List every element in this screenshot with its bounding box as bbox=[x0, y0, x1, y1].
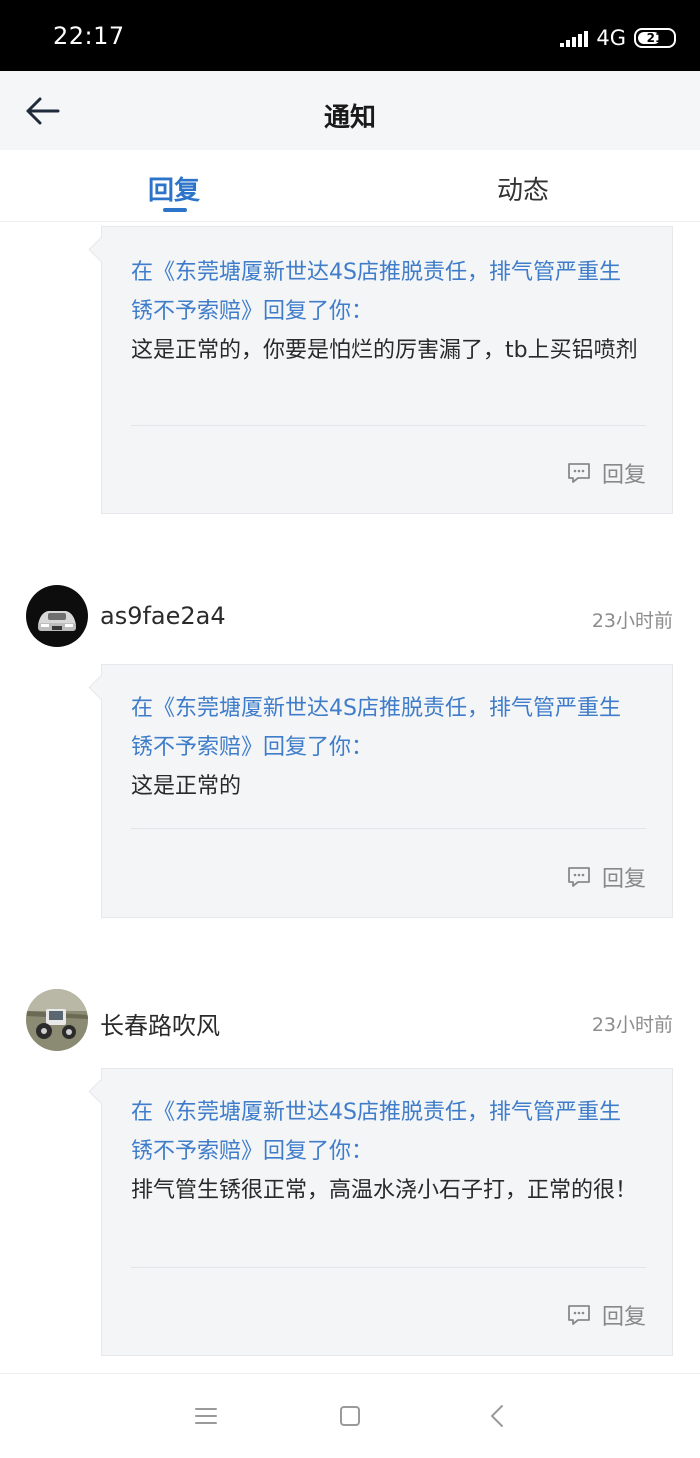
battery-level: 21 bbox=[646, 31, 664, 45]
notification-card: 在《东莞塘厦新世达4S店推脱责任，排气管严重生锈不予索赔》回复了你： 这是正常的… bbox=[101, 226, 673, 514]
tractor-avatar-icon bbox=[26, 989, 88, 1051]
reply-button-label: 回复 bbox=[601, 867, 646, 892]
reply-source-link[interactable]: 在《东莞塘厦新世达4S店推脱责任，排气管严重生锈不予索赔》回复了你： bbox=[131, 689, 632, 767]
reply-source-link[interactable]: 在《东莞塘厦新世达4S店推脱责任，排气管严重生锈不予索赔》回复了你： bbox=[131, 253, 632, 331]
card-divider bbox=[131, 425, 646, 426]
notification-card: 在《东莞塘厦新世达4S店推脱责任，排气管严重生锈不予索赔》回复了你： 这是正常的… bbox=[101, 664, 673, 918]
recent-apps-button[interactable] bbox=[192, 1402, 220, 1430]
username[interactable]: 长春路吹风 bbox=[100, 1006, 220, 1041]
reply-button-label: 回复 bbox=[601, 463, 646, 488]
signal-icon bbox=[560, 29, 589, 47]
card-divider bbox=[131, 828, 646, 829]
card-divider bbox=[131, 1267, 646, 1268]
reply-content: 排气管生锈很正常，高温水浇小石子打，正常的很！ bbox=[131, 1178, 638, 1203]
username[interactable]: as9fae2a4 bbox=[100, 602, 226, 630]
tab-reply[interactable]: 回复 bbox=[148, 170, 200, 207]
page-title: 通知 bbox=[323, 103, 376, 133]
avatar[interactable] bbox=[26, 585, 88, 647]
active-tab-indicator bbox=[163, 208, 187, 212]
network-type: 4G bbox=[596, 26, 626, 50]
reply-source-link[interactable]: 在《东莞塘厦新世达4S店推脱责任，排气管严重生锈不予索赔》回复了你： bbox=[131, 1093, 632, 1171]
timestamp: 23小时前 bbox=[591, 1014, 673, 1036]
reply-content: 这是正常的 bbox=[131, 774, 242, 799]
menu-icon bbox=[195, 1408, 217, 1424]
reply-content: 这是正常的，你要是怕烂的厉害漏了，tb上买铝喷剂 bbox=[131, 338, 638, 363]
system-nav-bar bbox=[0, 1373, 700, 1458]
system-back-button[interactable] bbox=[484, 1402, 512, 1430]
home-button[interactable] bbox=[336, 1402, 364, 1430]
reply-button[interactable]: 回复 bbox=[566, 861, 646, 893]
back-icon bbox=[491, 1405, 503, 1427]
tab-dynamic[interactable]: 动态 bbox=[497, 170, 549, 207]
reply-button[interactable]: 回复 bbox=[566, 457, 646, 489]
car-avatar-icon bbox=[26, 585, 88, 647]
status-time: 22:17 bbox=[53, 22, 125, 50]
comment-icon bbox=[568, 463, 590, 483]
battery-icon: 21 bbox=[634, 28, 676, 48]
tab-bar: 回复 动态 bbox=[0, 150, 700, 222]
comment-icon bbox=[568, 867, 590, 887]
avatar[interactable] bbox=[26, 989, 88, 1051]
comment-icon bbox=[568, 1305, 590, 1325]
status-bar: 22:17 4G 21 bbox=[0, 0, 700, 71]
status-indicators: 4G 21 bbox=[560, 24, 676, 52]
reply-button[interactable]: 回复 bbox=[566, 1299, 646, 1331]
timestamp: 23小时前 bbox=[591, 610, 673, 632]
home-icon bbox=[340, 1406, 360, 1426]
notification-card: 在《东莞塘厦新世达4S店推脱责任，排气管严重生锈不予索赔》回复了你： 排气管生锈… bbox=[101, 1068, 673, 1356]
reply-button-label: 回复 bbox=[601, 1305, 646, 1330]
nav-bar: 通知 bbox=[0, 71, 700, 150]
